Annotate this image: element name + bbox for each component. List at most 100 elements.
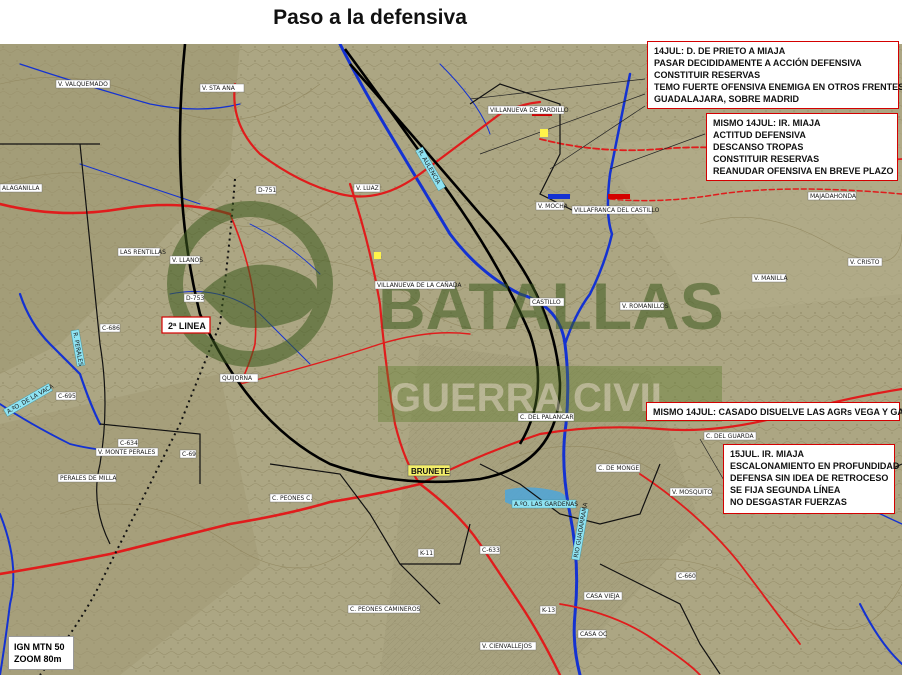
svg-text:C-695: C-695 <box>58 393 76 400</box>
label-majadahonda: MAJADAHONDA <box>807 191 857 201</box>
svg-text:CASA OC: CASA OC <box>580 631 607 638</box>
svg-text:V. MONTE PERALES: V. MONTE PERALES <box>98 449 155 456</box>
label-alamillo: ALAGANILLA <box>0 183 43 193</box>
annotation-casado-line: MISMO 14JUL: CASADO DISUELVE LAS AGRs VE… <box>653 407 902 417</box>
svg-text:V. STA ANA: V. STA ANA <box>202 85 236 92</box>
label-cienvallejos: V. CIENVALLEJOS <box>479 641 537 651</box>
unit-marker-blue <box>548 194 570 199</box>
svg-text:D-753: D-753 <box>186 295 204 302</box>
svg-text:V. MANILLA: V. MANILLA <box>754 275 789 282</box>
label-mocha: V. MOCHA <box>535 201 569 211</box>
annotation-miaja-14-line: ACTITUD DEFENSIVA <box>713 130 806 140</box>
svg-text:C. PEONES CAMINEROS: C. PEONES CAMINEROS <box>350 606 421 613</box>
label-quijorna: QUIJORNA <box>219 373 259 383</box>
label-rentillas: LAS RENTILLAS <box>117 247 166 257</box>
annotation-miaja-14-line: MISMO 14JUL: IR. MIAJA <box>713 118 821 128</box>
svg-text:C-69: C-69 <box>182 451 196 458</box>
svg-text:CASTILLO: CASTILLO <box>532 299 561 306</box>
label-cristo: V. CRISTO <box>847 257 883 267</box>
annotation-miaja-15-line: SE FIJA SEGUNDA LÍNEA <box>730 485 841 495</box>
svg-text:C-660: C-660 <box>678 573 696 580</box>
annotation-miaja-15-line: NO DESGASTAR FUERZAS <box>730 497 847 507</box>
label-luaz: V. LUAZ <box>353 183 381 193</box>
brunete-label: BRUNETE <box>407 464 450 477</box>
brunete-text: BRUNETE <box>411 467 450 476</box>
label-peones-camineros: C. PEONES CAMINEROS <box>347 604 421 614</box>
label-llanos: V. LLANOS <box>169 255 203 265</box>
svg-text:V. CIENVALLEJOS: V. CIENVALLEJOS <box>482 643 532 650</box>
label-c69: C-69 <box>179 449 197 459</box>
annotation-prieto: 14JUL: D. DE PRIETO A MIAJA PASAR DECIDI… <box>647 41 902 109</box>
svg-text:LAS RENTILLAS: LAS RENTILLAS <box>120 249 166 256</box>
label-mosquito: V. MOSQUITO <box>669 487 712 497</box>
label-k13: K-13 <box>539 605 557 615</box>
label-d753: D-753 <box>183 293 204 303</box>
label-castillo: CASTILLO <box>529 297 565 307</box>
svg-text:V. MOSQUITO: V. MOSQUITO <box>672 489 712 496</box>
map-source-box: IGN MTN 50 ZOOM 80m <box>8 636 74 670</box>
svg-text:V. LLANOS: V. LLANOS <box>172 257 203 264</box>
svg-text:C-633: C-633 <box>482 547 500 554</box>
label-d751: D-751 <box>255 185 276 195</box>
svg-text:A.ºO. LAS GARDEÑAS: A.ºO. LAS GARDEÑAS <box>514 501 578 508</box>
annotation-prieto-line: TEMO FUERTE OFENSIVA ENEMIGA EN OTROS FR… <box>654 82 902 92</box>
map-source-line1: IGN MTN 50 <box>14 642 65 652</box>
svg-text:V. VALQUEMADO: V. VALQUEMADO <box>58 81 108 88</box>
svg-text:D-751: D-751 <box>258 187 276 194</box>
label-romanillos: V. ROMANILLOS <box>619 301 669 311</box>
label-c634: C-634 <box>117 438 139 448</box>
annotation-miaja-15-line: 15JUL. IR. MIAJA <box>730 449 805 459</box>
svg-text:C. DE MONGE: C. DE MONGE <box>598 465 639 472</box>
label-c633: C-633 <box>479 545 501 555</box>
svg-text:VILLANUEVA DE LA CAÑADA: VILLANUEVA DE LA CAÑADA <box>377 282 462 289</box>
label-casa-vieja: CASA VIEJA <box>583 591 623 601</box>
label-perales-milla: PERALES DE MILLA <box>57 473 117 483</box>
map-source-line2: ZOOM 80m <box>14 654 62 664</box>
label-sta-ana: V. STA ANA <box>199 83 245 93</box>
svg-text:C. DEL GUARDA: C. DEL GUARDA <box>706 433 754 440</box>
svg-text:V. ROMANILLOS: V. ROMANILLOS <box>622 303 669 310</box>
annotation-miaja-15-line: DEFENSA SIN IDEA DE RETROCESO <box>730 473 889 483</box>
label-monge: C. DE MONGE <box>595 463 641 473</box>
map-title: Paso a la defensiva <box>273 6 467 29</box>
label-villafranca: VILLAFRANCA DEL CASTILLO <box>571 205 660 215</box>
label-c686: C-686 <box>99 323 121 333</box>
svg-text:PERALES DE MILLA: PERALES DE MILLA <box>60 475 117 482</box>
label-k11: K-11 <box>417 548 435 558</box>
label-villanueva-canada: VILLANUEVA DE LA CAÑADA <box>374 280 462 290</box>
label-c695: C-695 <box>55 391 77 401</box>
annotation-prieto-line: CONSTITUIR RESERVAS <box>654 70 761 80</box>
label-valquemado: V. VALQUEMADO <box>55 79 111 89</box>
label-monte-perales: V. MONTE PERALES <box>95 447 159 457</box>
svg-text:K-13: K-13 <box>542 607 555 614</box>
label-casa-oc: CASA OC <box>577 629 607 639</box>
unit-marker-red-2 <box>608 194 630 199</box>
annotation-miaja-14-line: REANUDAR OFENSIVA EN BREVE PLAZO <box>713 166 894 176</box>
svg-text:MAJADAHONDA: MAJADAHONDA <box>810 193 857 200</box>
annotation-miaja-15: 15JUL. IR. MIAJA ESCALONAMIENTO EN PROFU… <box>723 444 900 514</box>
svg-text:QUIJORNA: QUIJORNA <box>222 375 253 382</box>
label-peones: C. PEONES C. <box>269 493 312 503</box>
svg-text:C. DEL PALANCAR: C. DEL PALANCAR <box>520 414 574 421</box>
annotation-miaja-15-line: ESCALONAMIENTO EN PROFUNDIDAD <box>730 461 900 471</box>
svg-text:V. CRISTO: V. CRISTO <box>850 259 880 266</box>
marker-yellow-2 <box>374 252 381 259</box>
second-line-label: 2ª LINEA <box>161 316 211 334</box>
svg-text:V. MOCHA: V. MOCHA <box>538 203 569 210</box>
annotation-casado: MISMO 14JUL: CASADO DISUELVE LAS AGRs VE… <box>646 402 902 421</box>
second-line-text: 2ª LINEA <box>168 321 206 331</box>
svg-text:VILLANUEVA DE PARDILLO: VILLANUEVA DE PARDILLO <box>490 107 569 114</box>
label-villanueva-pardillo: VILLANUEVA DE PARDILLO <box>487 105 569 115</box>
svg-text:ALAGANILLA: ALAGANILLA <box>2 185 40 192</box>
label-manilla: V. MANILLA <box>751 273 789 283</box>
annotation-miaja-14-line: DESCANSO TROPAS <box>713 142 804 152</box>
label-gardenas: A.ºO. LAS GARDEÑAS <box>511 499 578 509</box>
svg-text:C-686: C-686 <box>102 325 120 332</box>
svg-text:CASA VIEJA: CASA VIEJA <box>586 593 621 600</box>
svg-text:C-634: C-634 <box>120 440 138 447</box>
annotation-prieto-line: PASAR DECIDIDAMENTE A ACCIÓN DEFENSIVA <box>654 58 862 68</box>
svg-text:C. PEONES C.: C. PEONES C. <box>272 495 312 502</box>
annotation-prieto-line: 14JUL: D. DE PRIETO A MIAJA <box>654 46 786 56</box>
svg-text:VILLAFRANCA DEL CASTILLO: VILLAFRANCA DEL CASTILLO <box>574 207 660 214</box>
svg-text:K-11: K-11 <box>420 550 433 557</box>
